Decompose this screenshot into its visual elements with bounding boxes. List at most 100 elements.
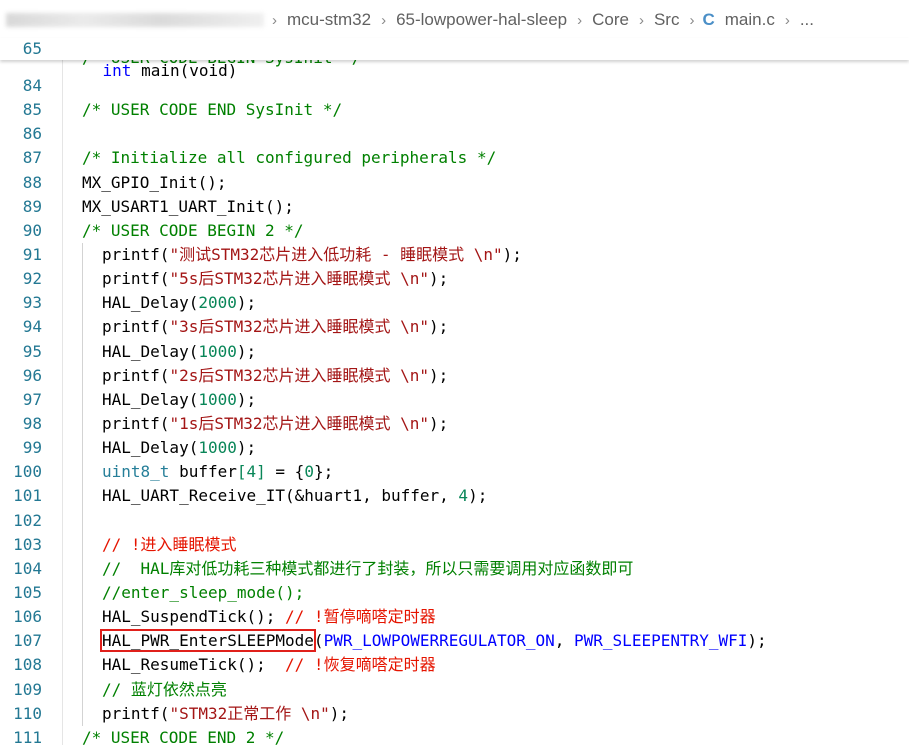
indent-guide (82, 532, 83, 557)
punctuation: ); (747, 631, 767, 651)
breadcrumb-item[interactable]: Core (590, 10, 631, 30)
code-line[interactable]: 88 MX_GPIO_Init(); (0, 171, 909, 195)
number-literal: 0 (304, 462, 314, 482)
comment: /* USER CODE BEGIN 2 */ (82, 220, 304, 240)
code-line[interactable]: 98 printf("1s后STM32芯片进入睡眠模式 \n"); (0, 411, 909, 437)
keyword: int (102, 61, 132, 80)
string-literal: "5s后STM32芯片进入睡眠模式 \n" (169, 269, 430, 289)
breadcrumb-item[interactable]: Src (652, 10, 682, 30)
code-line[interactable]: 106 HAL_SuspendTick(); // !暂停嘀嗒定时器 (0, 605, 909, 630)
code-line[interactable]: 108 HAL_ResumeTick(); // !恢复嘀嗒定时器 (0, 653, 909, 678)
punctuation: ); (429, 269, 449, 289)
breadcrumb-item[interactable]: 65-lowpower-hal-sleep (394, 10, 569, 30)
code-line[interactable]: 95 HAL_Delay(1000); (0, 339, 909, 364)
function-call: HAL_Delay (102, 293, 189, 313)
line-number: 87 (22, 148, 42, 168)
line-number: 99 (22, 438, 42, 458)
line-number: 111 (13, 727, 42, 747)
punctuation: (); (265, 196, 294, 216)
indent-guide (82, 629, 83, 654)
indent-guide (82, 460, 83, 485)
code-text: /* Initialize all configured peripherals… (82, 146, 496, 170)
code-text: HAL_SuspendTick(); // !暂停嘀嗒定时器 (102, 605, 436, 629)
paren: ( (188, 389, 199, 409)
code-text: //enter_sleep_mode(); (102, 581, 304, 605)
code-line[interactable]: 99 HAL_Delay(1000); (0, 436, 909, 461)
punctuation: ); (429, 365, 449, 385)
line-number: 100 (13, 462, 42, 482)
highlighted-function-call: HAL_PWR_EnterSLEEPMode (100, 629, 316, 653)
indent-guide (82, 556, 83, 581)
code-line[interactable]: 93 HAL_Delay(2000); (0, 291, 909, 316)
punctuation: ); (429, 317, 449, 337)
line-number: 102 (13, 510, 42, 530)
punctuation: ); (236, 438, 257, 458)
code-text: // 蓝灯依然点亮 (102, 678, 227, 702)
code-line[interactable]: 86 (0, 122, 909, 146)
type-name: uint8_t (102, 462, 170, 482)
code-line[interactable]: 92 printf("5s后STM32芯片进入睡眠模式 \n"); (0, 267, 909, 292)
code-line[interactable]: 103 // !进入睡眠模式 (0, 532, 909, 557)
punctuation: ); (429, 413, 449, 433)
sticky-scroll-header[interactable]: 65 int main(void) (0, 38, 909, 80)
code-line[interactable]: 104 // HAL库对低功耗三种模式都进行了封装，所以只需要调用对应函数即可 (0, 556, 909, 581)
function-call: HAL_Delay (102, 438, 189, 458)
code-line[interactable]: 107 HAL_PWR_EnterSLEEPMode(PWR_LOWPOWERRE… (0, 629, 909, 654)
line-number: 84 (22, 76, 42, 95)
code-text: printf("STM32正常工作 \n"); (102, 702, 349, 726)
code-line[interactable]: 105 //enter_sleep_mode(); (0, 580, 909, 606)
punctuation: , (554, 631, 575, 651)
comment: // HAL库对低功耗三种模式都进行了封装，所以只需要调用对应函数即可 (102, 558, 634, 578)
punctuation: ); (236, 341, 257, 361)
line-number: 88 (22, 172, 42, 192)
chevron-right-icon: › (784, 11, 790, 29)
highlighted-comment: // !恢复嘀嗒定时器 (285, 655, 436, 675)
code-line[interactable]: 102 (0, 508, 909, 533)
line-number: 94 (22, 317, 42, 337)
breadcrumb-file[interactable]: main.c (723, 10, 777, 30)
line-number: 110 (13, 703, 42, 723)
function-call: HAL_ResumeTick (102, 655, 237, 675)
chevron-right-icon: › (381, 11, 387, 29)
line-number: 90 (22, 220, 42, 240)
highlighted-comment: // !暂停嘀嗒定时器 (285, 607, 436, 627)
paren: ( (188, 293, 199, 313)
code-line[interactable]: 91 printf("测试STM32芯片进入低功耗 - 睡眠模式 \n"); (0, 242, 909, 268)
c-file-icon: C (702, 10, 715, 29)
indent-guide (82, 701, 83, 726)
punctuation: = { (265, 462, 305, 482)
indent-guide (82, 242, 83, 268)
code-line[interactable]: 90 /* USER CODE BEGIN 2 */ (0, 219, 909, 243)
code-line[interactable]: 94 printf("3s后STM32芯片进入睡眠模式 \n"); (0, 315, 909, 340)
code-line[interactable]: 111 /* USER CODE END 2 */ (0, 726, 909, 750)
code-line[interactable]: 109 // 蓝灯依然点亮 (0, 677, 909, 702)
code-line[interactable]: 89 MX_USART1_UART_Init(); (0, 195, 909, 219)
code-editor[interactable]: /* USER CODE BEGIN SysInit */ 8485/* USE… (0, 58, 909, 750)
line-number: 86 (22, 124, 42, 144)
code-line[interactable]: 96 printf("2s后STM32芯片进入睡眠模式 \n"); (0, 363, 909, 388)
indent-guide (82, 508, 83, 533)
string-literal: "3s后STM32芯片进入睡眠模式 \n" (169, 317, 430, 337)
line-number: 106 (13, 607, 42, 627)
function-call: printf (102, 413, 160, 433)
code-line[interactable]: 97 HAL_Delay(1000); (0, 387, 909, 412)
paren: ( (159, 244, 170, 264)
code-line[interactable]: 100 uint8_t buffer[4] = {0}; (0, 460, 909, 485)
function-args: (void) (179, 61, 238, 80)
comment: //enter_sleep_mode(); (102, 582, 305, 602)
code-line[interactable]: 101 HAL_UART_Receive_IT(&huart1, buffer, … (0, 484, 909, 509)
line-number: 85 (22, 100, 42, 120)
string-literal: "2s后STM32芯片进入睡眠模式 \n" (169, 365, 430, 385)
indent-guide (82, 315, 83, 340)
code-line[interactable]: 110 printf("STM32正常工作 \n"); (0, 701, 909, 726)
paren: ( (159, 317, 170, 337)
function-call: printf (102, 244, 160, 264)
function-call: MX_USART1_UART_Init (82, 196, 266, 216)
code-line[interactable]: 87 /* Initialize all configured periphera… (0, 146, 909, 170)
code-text: printf("1s后STM32芯片进入睡眠模式 \n"); (102, 412, 448, 436)
macro-constant: PWR_SLEEPENTRY_WFI (574, 631, 748, 651)
line-number: 103 (13, 534, 42, 554)
breadcrumb-more[interactable]: ... (798, 10, 816, 30)
function-call: printf (102, 317, 160, 337)
breadcrumb-item[interactable]: mcu-stm32 (285, 10, 373, 30)
